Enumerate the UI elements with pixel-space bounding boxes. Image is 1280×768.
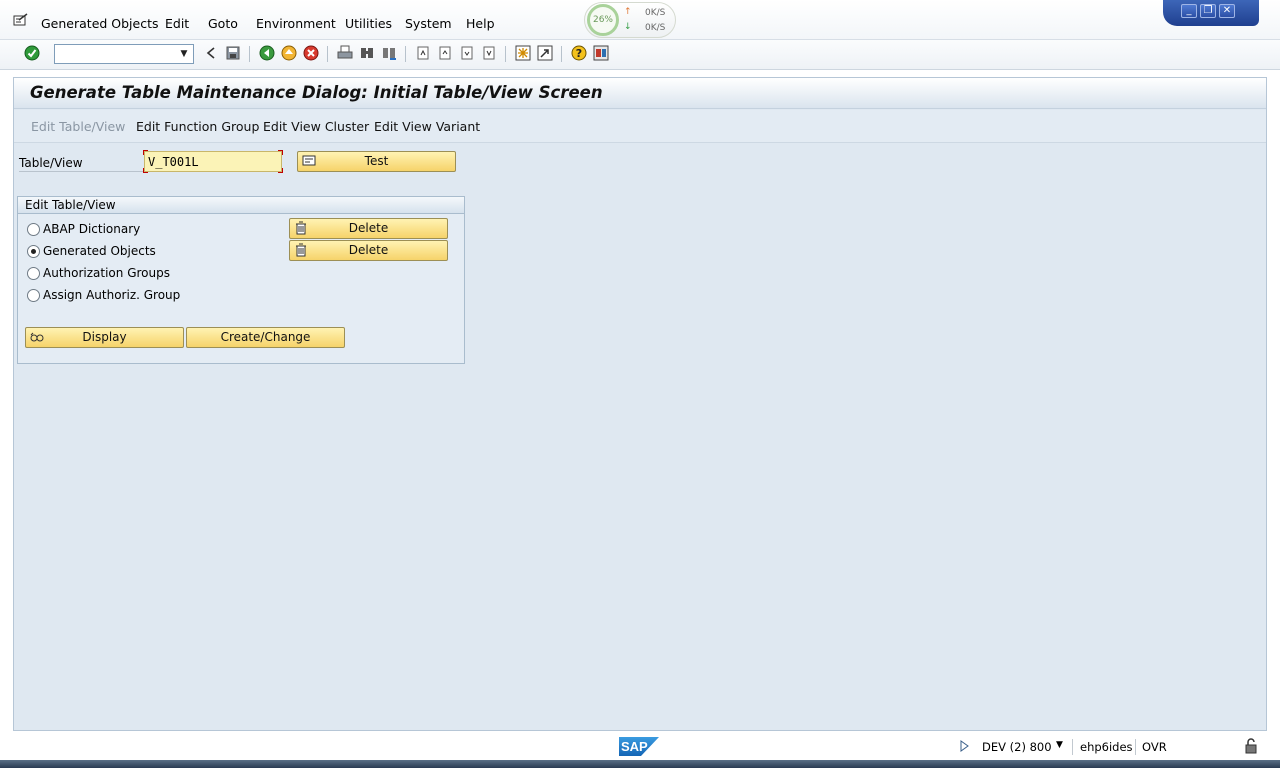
upload-arrow-icon: ↑ (624, 7, 632, 17)
command-field[interactable]: ▼ (54, 44, 194, 64)
upload-rate: 0K/S (645, 8, 666, 18)
test-icon (302, 155, 316, 166)
network-speed-widget[interactable]: 26% ↑ ↓ 0K/S 0K/S (584, 2, 676, 38)
delete-button-label: Delete (348, 221, 389, 235)
screen-title-bar: Generate Table Maintenance Dialog: Initi… (14, 78, 1266, 109)
edit-table-view-button: Edit Table/View (31, 119, 126, 134)
toolbar-divider (561, 46, 562, 62)
test-button-label: Test (364, 154, 389, 168)
help-icon[interactable]: ? (571, 45, 587, 61)
radio-label: Generated Objects (43, 244, 156, 258)
close-icon[interactable]: ✕ (1219, 4, 1235, 18)
application-toolbar: Edit Table/View Edit Function Group Edit… (14, 110, 1266, 143)
maximize-icon[interactable]: ❐ (1200, 4, 1216, 18)
table-view-input[interactable] (145, 152, 281, 171)
create-change-button[interactable]: Create/Change (186, 327, 345, 348)
focus-marker (143, 168, 148, 173)
menu-edit[interactable]: Edit (165, 16, 189, 31)
radio-button[interactable] (27, 245, 40, 258)
collapse-command-icon[interactable] (203, 45, 219, 61)
edit-view-variant-button[interactable]: Edit View Variant (374, 119, 480, 134)
find-next-icon[interactable] (381, 45, 397, 61)
toolbar-divider (327, 46, 328, 62)
toolbar-divider (249, 46, 250, 62)
trash-icon (296, 243, 306, 257)
radio-button[interactable] (27, 289, 40, 302)
menu-system[interactable]: System (405, 16, 452, 31)
radio-button[interactable] (27, 267, 40, 280)
status-divider (1135, 739, 1136, 755)
standard-toolbar: ▼ ? (0, 40, 1280, 70)
window-controls: _ ❐ ✕ (1163, 0, 1259, 26)
edit-table-view-group: Edit Table/View ABAP Dictionary Generate… (17, 196, 465, 364)
focus-marker (278, 150, 283, 155)
sap-logo: SAP (619, 737, 659, 756)
table-view-label: Table/View (19, 154, 143, 172)
delete-button-label: Delete (348, 243, 389, 257)
minimize-icon[interactable]: _ (1181, 4, 1197, 18)
lock-icon (1245, 738, 1257, 754)
layout-menu-icon[interactable] (593, 45, 609, 61)
enter-check-icon[interactable] (24, 45, 40, 61)
edit-function-group-button[interactable]: Edit Function Group (136, 119, 259, 134)
download-arrow-icon: ↓ (624, 22, 632, 32)
chevron-down-icon[interactable]: ▼ (1056, 740, 1063, 750)
group-title: Edit Table/View (18, 197, 464, 214)
radio-button[interactable] (27, 223, 40, 236)
status-bar: SAP DEV (2) 800 ▼ ehp6ides OVR (0, 734, 1280, 760)
radio-label: Authorization Groups (43, 266, 170, 280)
delete-generated-objects-button[interactable]: Delete (289, 240, 448, 261)
find-icon[interactable] (359, 45, 375, 61)
menu-bar: Generated Objects Edit Goto Environment … (0, 0, 1280, 40)
toolbar-divider (505, 46, 506, 62)
server-name: ehp6ides (1080, 740, 1133, 754)
test-button[interactable]: Test (297, 151, 456, 172)
next-page-icon[interactable] (459, 45, 475, 61)
radio-label: ABAP Dictionary (43, 222, 141, 236)
main-screen: Generate Table Maintenance Dialog: Initi… (13, 77, 1267, 731)
menu-entry-icon[interactable] (13, 13, 29, 27)
last-page-icon[interactable] (481, 45, 497, 61)
exit-icon[interactable] (281, 45, 297, 61)
save-icon[interactable] (225, 45, 241, 61)
trash-icon (296, 221, 306, 235)
play-triangle-icon[interactable] (958, 739, 970, 753)
menu-help[interactable]: Help (466, 16, 495, 31)
cancel-icon[interactable] (303, 45, 319, 61)
menu-environment[interactable]: Environment (256, 16, 336, 31)
page-title: Generate Table Maintenance Dialog: Initi… (30, 83, 603, 102)
menu-goto[interactable]: Goto (208, 16, 238, 31)
table-view-field[interactable] (143, 150, 283, 173)
delete-dictionary-button[interactable]: Delete (289, 218, 448, 239)
focus-marker (143, 150, 148, 155)
back-icon[interactable] (259, 45, 275, 61)
edit-view-cluster-button[interactable]: Edit View Cluster (263, 119, 369, 134)
menu-generated-objects[interactable]: Generated Objects (41, 16, 159, 31)
display-glasses-icon (30, 332, 44, 342)
status-divider (1072, 739, 1073, 755)
first-page-icon[interactable] (415, 45, 431, 61)
command-input[interactable] (55, 45, 173, 63)
create-session-icon[interactable] (515, 45, 531, 61)
display-button[interactable]: Display (25, 327, 184, 348)
create-change-button-label: Create/Change (220, 330, 311, 344)
net-percent: 26% (587, 4, 619, 36)
radio-label: Assign Authoriz. Group (43, 288, 181, 302)
display-button-label: Display (82, 330, 127, 344)
download-rate: 0K/S (645, 23, 666, 33)
menu-utilities[interactable]: Utilities (345, 16, 392, 31)
print-icon[interactable] (337, 45, 353, 61)
system-info: DEV (2) 800 (982, 740, 1052, 754)
svg-text:?: ? (576, 47, 582, 60)
focus-marker (278, 168, 283, 173)
previous-page-icon[interactable] (437, 45, 453, 61)
toolbar-divider (405, 46, 406, 62)
shortcut-icon[interactable] (537, 45, 553, 61)
insert-mode: OVR (1142, 740, 1167, 754)
os-taskbar (0, 760, 1280, 768)
chevron-down-icon[interactable]: ▼ (177, 47, 191, 61)
